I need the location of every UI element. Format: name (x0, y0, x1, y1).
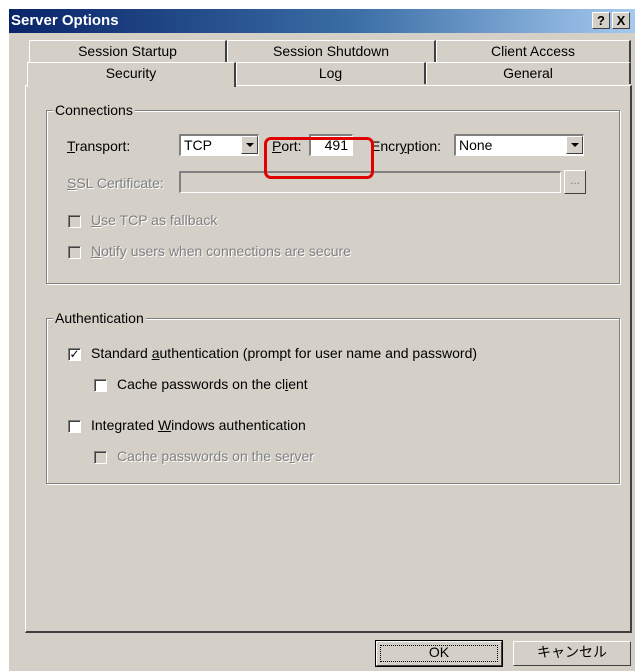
notify-secure-label: Notify users when connections are secure (91, 243, 351, 259)
ok-button[interactable]: OK (375, 640, 503, 667)
port-input[interactable]: 491 (309, 134, 353, 156)
use-tcp-fallback-label: Use TCP as fallback (91, 212, 218, 228)
integrated-auth-checkbox[interactable] (68, 420, 81, 433)
standard-auth-checkbox[interactable]: ✓ (68, 348, 81, 361)
encryption-select[interactable]: None (454, 134, 584, 156)
transport-select[interactable]: TCP (179, 134, 259, 156)
encryption-label: Encryption: (371, 138, 442, 154)
cache-server-label: Cache passwords on the server (117, 448, 314, 464)
authentication-legend: Authentication (53, 310, 146, 326)
standard-auth-label: Standard authentication (prompt for user… (91, 345, 478, 361)
authentication-group: Authentication ✓ Standard authentication… (46, 310, 620, 484)
tab-general[interactable]: General (426, 62, 631, 84)
notify-secure-checkbox[interactable] (68, 246, 81, 259)
connections-legend: Connections (53, 102, 135, 118)
chevron-down-icon[interactable] (241, 136, 258, 154)
tab-session-startup[interactable]: Session Startup (29, 40, 227, 62)
cache-client-label: Cache passwords on the client (117, 376, 308, 392)
help-button[interactable]: ? (592, 12, 610, 29)
encryption-value: None (459, 137, 493, 153)
use-tcp-fallback-checkbox[interactable] (68, 215, 81, 228)
cache-server-checkbox[interactable] (94, 451, 107, 464)
transport-value: TCP (184, 137, 212, 153)
transport-label: Transport: (67, 138, 131, 154)
connections-group: Connections Transport: TCP Port: 491 Enc… (46, 102, 620, 284)
ssl-certificate-label: SSL Certificate: (67, 175, 164, 191)
window-title: Server Options (11, 12, 119, 29)
tab-log[interactable]: Log (236, 62, 426, 84)
ssl-certificate-input[interactable] (179, 171, 561, 193)
integrated-auth-label: Integrated Windows authentication (91, 417, 306, 433)
tab-client-access[interactable]: Client Access (436, 40, 631, 62)
chevron-down-icon[interactable] (566, 136, 583, 154)
server-options-dialog: Server Options ? X Session Startup Sessi… (8, 8, 635, 671)
cache-client-checkbox[interactable] (94, 379, 107, 392)
port-label: Port: (272, 138, 302, 154)
port-value: 491 (324, 137, 348, 153)
close-button[interactable]: X (612, 12, 630, 29)
title-bar[interactable]: Server Options ? X (9, 9, 635, 33)
security-tab-panel: Connections Transport: TCP Port: 491 Enc… (25, 85, 632, 633)
cancel-button[interactable]: キャンセル (513, 641, 631, 666)
tab-session-shutdown[interactable]: Session Shutdown (227, 40, 436, 62)
browse-certificate-button[interactable]: ... (564, 170, 586, 194)
tab-security[interactable]: Security (27, 62, 236, 87)
